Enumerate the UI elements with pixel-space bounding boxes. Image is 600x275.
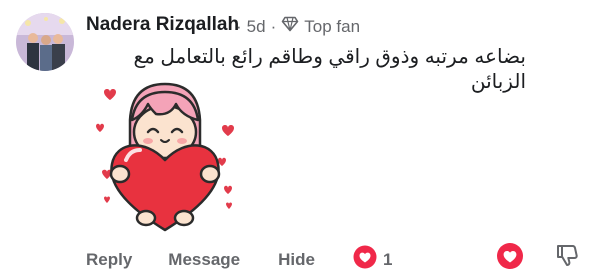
comment-meta: · 5d · Top fan xyxy=(236,16,360,37)
meta-separator: · xyxy=(270,16,277,36)
comment-actions: Reply Message Hide 1 xyxy=(86,245,392,274)
heart-icon[interactable] xyxy=(496,242,524,270)
diamond-icon xyxy=(281,16,299,37)
meta-separator: · xyxy=(236,16,242,36)
reply-button[interactable]: Reply xyxy=(86,250,132,270)
top-fan-badge: Top fan xyxy=(304,16,361,36)
love-reaction-icon xyxy=(353,245,377,274)
thumbs-down-icon[interactable] xyxy=(553,241,581,269)
comment-age[interactable]: 5d xyxy=(247,17,266,37)
avatar[interactable] xyxy=(16,13,74,71)
hide-button[interactable]: Hide xyxy=(278,250,315,270)
reaction-count: 1 xyxy=(382,249,393,269)
girl-heart-sticker xyxy=(86,80,244,238)
author-name[interactable]: Nadera Rizqallah xyxy=(86,14,239,36)
reaction-summary[interactable]: 1 xyxy=(353,245,392,274)
message-button[interactable]: Message xyxy=(168,250,240,270)
